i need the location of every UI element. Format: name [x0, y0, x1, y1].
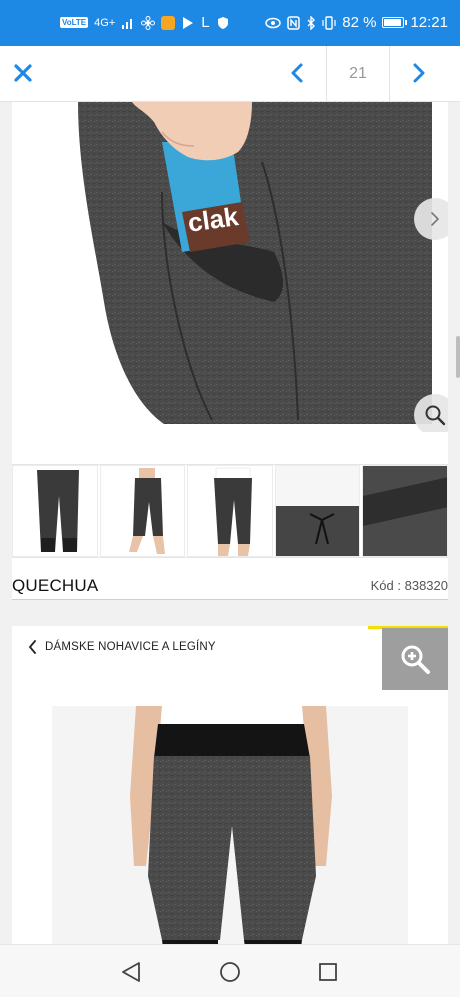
model-photo[interactable] — [12, 706, 448, 944]
next-page-button[interactable] — [404, 58, 434, 88]
signal-icon — [122, 18, 133, 29]
scroll-indicator[interactable] — [456, 336, 460, 378]
product-image[interactable]: clak — [12, 102, 448, 432]
app-notification-icon — [161, 15, 176, 30]
fan-icon — [141, 15, 156, 30]
l-label: L — [201, 14, 210, 31]
vibrate-icon — [322, 15, 336, 30]
thumbnail[interactable] — [274, 465, 361, 557]
screen: VoLTE 4G+ L 82 % 12:21 21 clak QUECHUA K… — [0, 0, 460, 997]
chevron-left-icon — [28, 640, 36, 654]
battery-icon — [382, 17, 408, 28]
battery-percentage: 82 % — [342, 14, 377, 31]
recent-apps-button[interactable] — [318, 962, 338, 982]
network-label: 4G+ — [94, 16, 116, 29]
brand-name: QUECHUA — [12, 576, 99, 595]
nfc-icon — [287, 15, 300, 30]
clock: 12:21 — [410, 14, 448, 31]
previous-page-button[interactable] — [282, 58, 312, 88]
breadcrumb-label: DÁMSKE NOHAVICE A LEGÍNY — [45, 641, 216, 653]
status-left: VoLTE 4G+ L — [60, 14, 230, 31]
close-button[interactable] — [8, 58, 38, 88]
close-icon — [14, 64, 32, 82]
breadcrumb[interactable]: DÁMSKE NOHAVICE A LEGÍNY — [28, 640, 216, 654]
thumbnail-image — [363, 466, 447, 556]
magnifier-icon — [425, 405, 446, 426]
top-toolbar: 21 — [0, 46, 460, 102]
status-bar: VoLTE 4G+ L 82 % 12:21 — [0, 0, 460, 46]
product-card: clak QUECHUA Kód: 838320 — [12, 102, 448, 600]
zoom-button[interactable] — [414, 394, 448, 432]
battery-fill — [384, 19, 401, 26]
thumbnail-image — [128, 468, 165, 554]
thumbnail-image — [37, 470, 79, 552]
volte-badge: VoLTE — [60, 17, 89, 28]
product-code: Kód : 838320 — [370, 578, 448, 593]
product-meta: QUECHUA Kód : 838320 — [12, 568, 448, 600]
eye-icon — [265, 17, 281, 28]
chevron-right-icon — [413, 63, 425, 83]
thumbnail[interactable] — [99, 465, 186, 557]
thumbnail[interactable] — [187, 465, 273, 557]
listing-card: DÁMSKE NOHAVICE A LEGÍNY — [12, 626, 448, 944]
home-button[interactable] — [219, 961, 241, 983]
thumbnail-image — [214, 467, 253, 556]
status-right: 82 % 12:21 — [265, 14, 448, 31]
back-button[interactable] — [120, 961, 142, 983]
next-image-button[interactable] — [414, 198, 448, 240]
shield-icon — [217, 16, 228, 29]
chevron-right-icon — [431, 212, 440, 226]
page-number: 21 — [326, 46, 390, 102]
play-icon — [183, 16, 194, 29]
thumbnail-strip — [12, 464, 448, 558]
system-navigation-bar — [0, 944, 460, 997]
content-area[interactable]: clak QUECHUA Kód: 838320 DÁMSKE NOHAVIC… — [0, 102, 460, 944]
thumbnail[interactable] — [362, 465, 448, 557]
chevron-left-icon — [291, 63, 303, 83]
zoom-in-button[interactable] — [382, 628, 448, 690]
leggings-photo: clak — [78, 102, 432, 424]
zoom-in-icon — [401, 645, 430, 674]
thumbnail-image — [275, 466, 360, 556]
thumbnail[interactable] — [12, 465, 98, 557]
bluetooth-icon — [307, 15, 316, 30]
